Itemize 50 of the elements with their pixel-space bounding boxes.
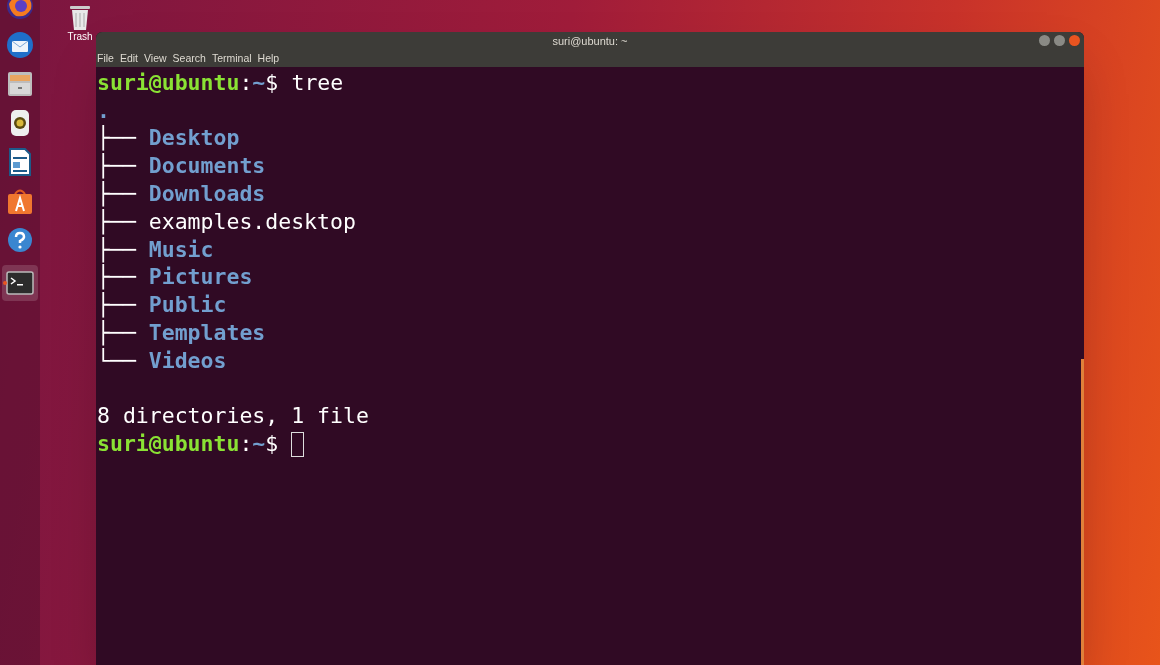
directory-name: Music [148, 235, 214, 264]
tree-branch: ├── [97, 291, 137, 320]
running-indicator-icon [3, 281, 7, 285]
window-title: suri@ubuntu: ~ [552, 33, 628, 49]
tree-branch: ├── [97, 235, 137, 263]
directory-name: Videos [148, 346, 227, 375]
directory-name: Downloads [148, 179, 266, 208]
tree-root: . [97, 96, 110, 125]
tree-branch: ├── [97, 179, 137, 209]
dock-item[interactable] [2, 265, 38, 301]
directory-name: Documents [148, 152, 266, 181]
tree-branch: ├── [97, 318, 137, 348]
trash-bin-icon[interactable] [69, 3, 91, 31]
terminal-icon [6, 271, 34, 295]
bird-envelope-icon [6, 31, 34, 59]
minimize-button[interactable] [1039, 35, 1050, 46]
prompt-path: ~ [252, 430, 266, 459]
prompt-separator: : [239, 430, 253, 459]
prompt-symbol: $ [265, 430, 279, 459]
menu-item[interactable]: Help [257, 50, 280, 67]
tree-branch: ├── [97, 124, 137, 153]
tree-branch: ├── [97, 152, 137, 181]
tree-branch: ├── [97, 207, 137, 237]
menu-item[interactable]: Edit [119, 50, 138, 67]
directory-name: Public [148, 291, 227, 320]
directory-name: Desktop [148, 124, 240, 153]
file-cabinet-icon [7, 70, 33, 98]
maximize-button[interactable] [1054, 35, 1065, 46]
prompt-path: ~ [252, 68, 266, 97]
directory-name: Pictures [148, 263, 253, 292]
prompt-user: suri@ubuntu [97, 68, 240, 97]
document-icon [8, 148, 32, 176]
prompt-separator: : [239, 68, 253, 97]
menu-item[interactable]: Terminal [211, 50, 252, 67]
tree-branch: └── [97, 346, 137, 375]
menu-item[interactable]: View [144, 50, 167, 67]
prompt-symbol: $ [265, 68, 279, 97]
tree-branch: ├── [97, 262, 137, 292]
menu-item[interactable]: File [97, 50, 114, 67]
menu-item[interactable]: Search [172, 50, 206, 67]
close-button[interactable] [1069, 35, 1080, 46]
command-text: tree [291, 68, 344, 97]
file-name: examples.desktop [148, 207, 356, 236]
prompt-user: suri@ubuntu [97, 430, 240, 459]
speaker-icon [9, 109, 31, 137]
directory-name: Templates [148, 318, 266, 347]
shopping-bag-icon [7, 187, 33, 215]
output-text: 8 directories, 1 file [97, 402, 369, 431]
help-icon [7, 227, 33, 253]
desktop-icon-label: Trash [67, 31, 93, 43]
